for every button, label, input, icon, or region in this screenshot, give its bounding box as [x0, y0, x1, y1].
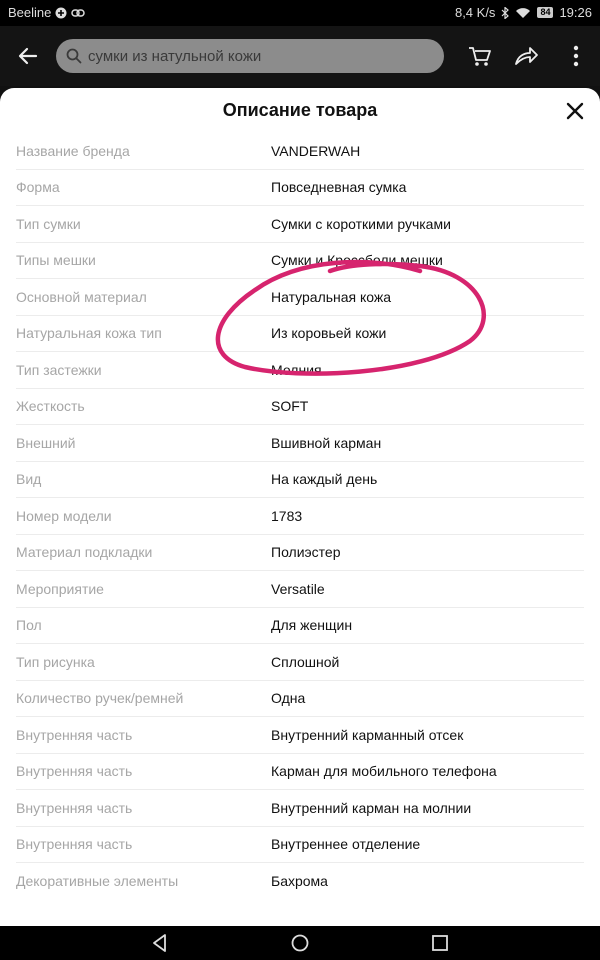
spec-row: Натуральная кожа тип Из коровьей кожи — [16, 316, 584, 352]
spec-row: Пол Для женщин — [16, 608, 584, 644]
wifi-icon — [516, 7, 531, 18]
status-bar: Beeline 8,4 K/s 84 19:26 — [0, 0, 600, 26]
spec-key: Внутренняя часть — [16, 836, 133, 853]
spec-row: Номер модели 1783 — [16, 498, 584, 535]
spec-key: Пол — [16, 617, 42, 634]
spec-key: Натуральная кожа тип — [16, 325, 162, 342]
spec-value: 1783 — [271, 507, 303, 524]
status-right: 8,4 K/s 84 19:26 — [455, 5, 592, 20]
spec-row: Тип рисунка Сплошной — [16, 644, 584, 681]
spec-row: Декоративные элементы Бахрома — [16, 863, 584, 900]
spec-table: Название бренда VANDERWAH Форма Повседневна… — [0, 133, 600, 900]
spec-row: Вид На каждый день — [16, 462, 584, 498]
back-arrow-icon[interactable] — [14, 42, 42, 70]
spec-value: Полиэстер — [271, 544, 341, 561]
system-nav-bar — [0, 926, 600, 960]
spec-row: Типы мешки Сумки и Кроссболи мешки — [16, 243, 584, 279]
spec-value: Из коровьей кожи — [271, 325, 387, 342]
nav-back-icon[interactable] — [150, 933, 170, 953]
spec-value: На каждый день — [271, 471, 378, 488]
spec-key: Номер модели — [16, 507, 112, 524]
spec-row: Внутренняя часть Внутренний карманный отс… — [16, 717, 584, 754]
spec-key: Основной материал — [16, 288, 147, 305]
spec-value: Молния — [271, 361, 322, 378]
search-input[interactable]: сумки из натульной кожи — [56, 39, 444, 73]
bluetooth-icon — [502, 6, 510, 19]
spec-key: Вид — [16, 471, 42, 488]
status-left: Beeline — [8, 5, 86, 20]
nav-recents-icon[interactable] — [430, 933, 450, 953]
spec-row: Тип застежки Молния — [16, 352, 584, 389]
spec-value: Внутренний карман на молнии — [271, 799, 472, 816]
spec-row: Внутренняя часть Внутренний карман на мол… — [16, 790, 584, 827]
spec-row: Форма Повседневная сумка — [16, 170, 584, 206]
spec-value: Сумки и Кроссболи мешки — [271, 252, 443, 269]
battery-icon: 84 — [537, 7, 554, 18]
spec-value: Одна — [271, 690, 306, 707]
spec-key: Материал подкладки — [16, 544, 153, 561]
spec-value: VANDERWAH — [271, 142, 361, 159]
spec-key: Жесткость — [16, 398, 85, 415]
spec-key: Декоративные элементы — [16, 873, 179, 890]
spec-value: Карман для мобильного телефона — [271, 763, 497, 780]
spec-key: Внутренняя часть — [16, 726, 133, 743]
network-speed: 8,4 K/s — [454, 5, 496, 20]
spec-row: Название бренда VANDERWAH — [16, 133, 584, 170]
spec-value: Внутреннее отделение — [271, 836, 421, 853]
nav-home-icon[interactable] — [290, 933, 310, 953]
close-icon[interactable] — [564, 100, 586, 122]
spec-key: Типы мешки — [16, 252, 96, 269]
plus-circle-icon — [55, 7, 67, 18]
search-placeholder: сумки из натульной кожи — [88, 47, 262, 65]
spec-key: Внутренняя часть — [16, 799, 133, 816]
spec-row: Внутренняя часть Внутреннее отделение — [16, 827, 584, 863]
spec-value: Сумки с короткими ручками — [271, 215, 451, 232]
spec-key: Тип рисунка — [16, 653, 95, 670]
spec-row: Материал подкладки Полиэстер — [16, 535, 584, 571]
spec-value: SOFT — [271, 398, 309, 415]
spec-row: Внешний Вшивной карман — [16, 425, 584, 462]
spec-value: Сплошной — [271, 653, 340, 670]
share-icon[interactable] — [512, 42, 540, 70]
spec-value: Внутренний карманный отсек — [271, 726, 464, 743]
product-description-sheet: Описание товара Название бренда VANDERWAH… — [0, 88, 600, 926]
clock: 19:26 — [559, 5, 592, 20]
spec-row: Жесткость SOFT — [16, 389, 584, 425]
spec-value: Натуральная кожа — [271, 288, 392, 305]
spec-key: Тип застежки — [16, 361, 102, 378]
spec-key: Внешний — [16, 434, 76, 451]
more-icon[interactable] — [562, 42, 590, 70]
spec-key: Тип сумки — [16, 215, 81, 232]
spec-key: Внутренняя часть — [16, 763, 133, 780]
spec-row: Тип сумки Сумки с короткими ручками — [16, 206, 584, 243]
top-toolbar: сумки из натульной кожи — [0, 26, 600, 86]
spec-value: Вшивной карман — [271, 434, 382, 451]
spec-value: Versatile — [271, 580, 325, 597]
spec-key: Количество ручек/ремней — [16, 690, 184, 707]
spec-value: Повседневная сумка — [271, 179, 407, 196]
spec-value: Бахрома — [271, 873, 328, 890]
link-icon — [71, 8, 86, 17]
spec-value: Для женщин — [271, 617, 353, 634]
spec-row: Количество ручек/ремней Одна — [16, 681, 584, 717]
spec-key: Мероприятие — [16, 580, 104, 597]
spec-key: Форма — [16, 179, 60, 196]
spec-row: Основной материал Натуральная кожа — [16, 279, 584, 316]
search-icon — [66, 48, 82, 64]
spec-row: Внутренняя часть Карман для мобильного те… — [16, 754, 584, 790]
sheet-title: Описание товара — [222, 100, 378, 120]
spec-key: Название бренда — [16, 142, 130, 159]
cart-icon[interactable] — [466, 42, 494, 70]
spec-row: Мероприятие Versatile — [16, 571, 584, 608]
carrier-label: Beeline — [8, 5, 52, 20]
